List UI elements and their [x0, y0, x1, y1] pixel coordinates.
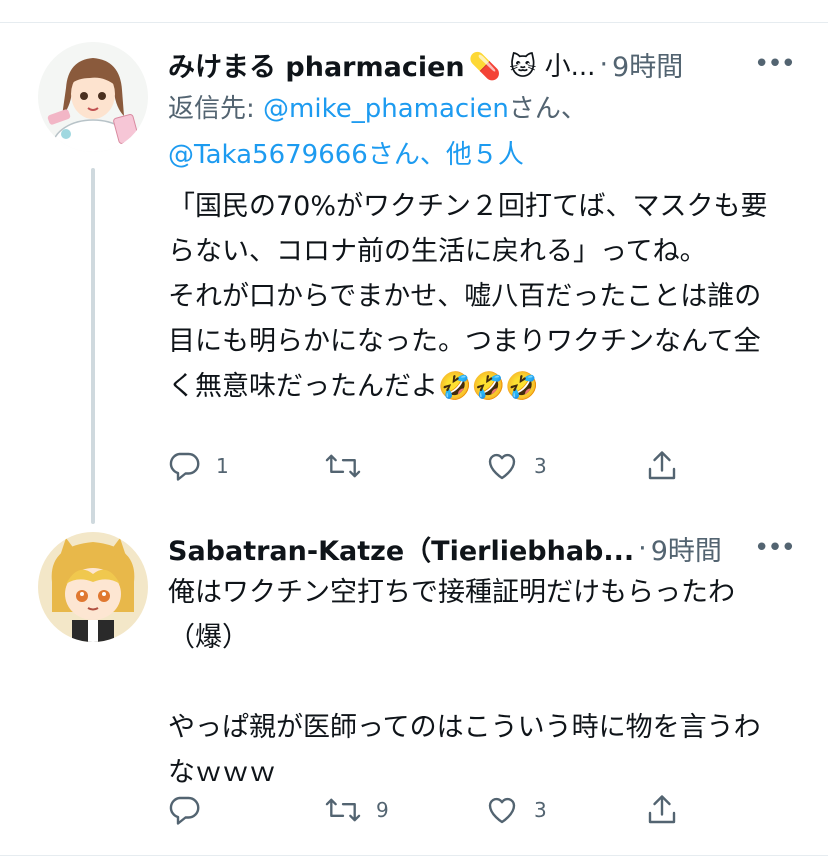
share-icon: [648, 795, 676, 824]
avatar-sabatran-katze[interactable]: [38, 532, 148, 642]
mention-link[interactable]: @mike_phamacien: [263, 94, 509, 124]
retweet-button[interactable]: [324, 446, 376, 486]
more-icon[interactable]: •••: [754, 528, 796, 568]
top-divider: [0, 22, 828, 23]
like-count: 3: [534, 798, 547, 822]
reply-count: 1: [216, 454, 229, 478]
display-name[interactable]: みけまる pharmacien: [168, 45, 465, 84]
reply-icon: [169, 452, 200, 481]
reply-to-line: 返信先: @mike_phamacienさん、 @Taka5679666さん、他…: [168, 86, 788, 178]
share-button[interactable]: [644, 446, 680, 486]
bottom-divider: [0, 855, 828, 856]
like-count: 3: [534, 454, 547, 478]
more-icon[interactable]: •••: [754, 44, 796, 84]
separator-dot: ·: [599, 48, 609, 80]
mention-link[interactable]: @Taka5679666: [168, 140, 368, 170]
reply-button[interactable]: 1: [166, 446, 229, 486]
avatar-pharmacist-image: [38, 42, 148, 152]
share-icon: [648, 451, 676, 480]
tweet-text: 俺はワクチン空打ちで接種証明だけもらったわ（爆） やっぱ親が医師ってのはこういう…: [168, 577, 761, 788]
tweet-actions: 1 3: [166, 446, 686, 486]
like-button[interactable]: 3: [484, 790, 547, 830]
like-icon: [488, 797, 516, 824]
avatar-anime-character-image: [38, 532, 148, 642]
tweet-2-header: Sabatran-Katze（Tierliebhab... · 9時間: [168, 528, 722, 568]
tweet-text: 「国民の70%がワクチン２回打てば、マスクも要らない、コロナ前の生活に戻れる」っ…: [168, 191, 768, 402]
separator-dot: ·: [638, 532, 647, 564]
like-icon: [488, 453, 516, 480]
timestamp[interactable]: 9時間: [612, 45, 683, 84]
tweet-1-header: みけまる pharmacien 💊 🐱 小... · 9時間: [168, 44, 683, 84]
retweet-count: 9: [376, 798, 389, 822]
timestamp[interactable]: 9時間: [651, 529, 722, 568]
reply-button[interactable]: [166, 790, 216, 830]
reply-to-others[interactable]: さん、他５人: [368, 140, 524, 170]
reply-to-separator: さん、: [508, 94, 587, 124]
tweet-actions: 9 3: [166, 790, 686, 830]
like-button[interactable]: 3: [484, 446, 547, 486]
retweet-icon: [325, 798, 361, 822]
reply-icon: [169, 796, 200, 825]
reply-to-prefix: 返信先:: [168, 94, 264, 124]
retweet-icon: [325, 454, 361, 478]
avatar-mikemaru[interactable]: [38, 42, 148, 152]
retweet-button[interactable]: 9: [324, 790, 389, 830]
name-emoji-suffix: 💊 🐱 小...: [468, 51, 596, 82]
thread-connector-line: [91, 168, 95, 524]
display-name[interactable]: Sabatran-Katze（Tierliebhab...: [168, 529, 634, 568]
share-button[interactable]: [644, 790, 680, 830]
